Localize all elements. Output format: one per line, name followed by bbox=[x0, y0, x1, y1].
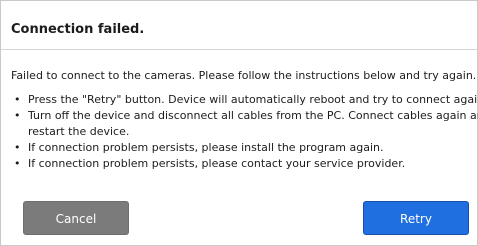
bullet-icon: • bbox=[14, 141, 21, 154]
instruction-text: If connection problem persists, please c… bbox=[28, 157, 406, 170]
dialog-title: Connection failed. bbox=[11, 22, 145, 37]
instruction-item: • If connection problem persists, please… bbox=[11, 156, 471, 172]
connection-failed-dialog: Connection failed. Failed to connect to … bbox=[0, 0, 478, 246]
instruction-list: • Press the "Retry" button. Device will … bbox=[11, 92, 478, 172]
instruction-text: Turn off the device and disconnect all c… bbox=[28, 109, 478, 122]
error-message: Failed to connect to the cameras. Please… bbox=[11, 69, 477, 82]
cancel-button[interactable]: Cancel bbox=[23, 201, 129, 235]
retry-button[interactable]: Retry bbox=[363, 201, 469, 235]
instruction-item: • Press the "Retry" button. Device will … bbox=[11, 92, 478, 108]
instruction-text: If connection problem persists, please i… bbox=[28, 141, 384, 154]
instruction-item: • Turn off the device and disconnect all… bbox=[11, 108, 478, 140]
bullet-icon: • bbox=[14, 109, 21, 122]
bullet-icon: • bbox=[14, 157, 21, 170]
bullet-icon: • bbox=[14, 93, 21, 106]
instruction-item: • If connection problem persists, please… bbox=[11, 140, 471, 156]
instruction-text: Press the "Retry" button. Device will au… bbox=[28, 93, 478, 106]
instruction-text-continued: restart the device. bbox=[28, 125, 130, 138]
dialog-header: Connection failed. bbox=[1, 1, 477, 50]
